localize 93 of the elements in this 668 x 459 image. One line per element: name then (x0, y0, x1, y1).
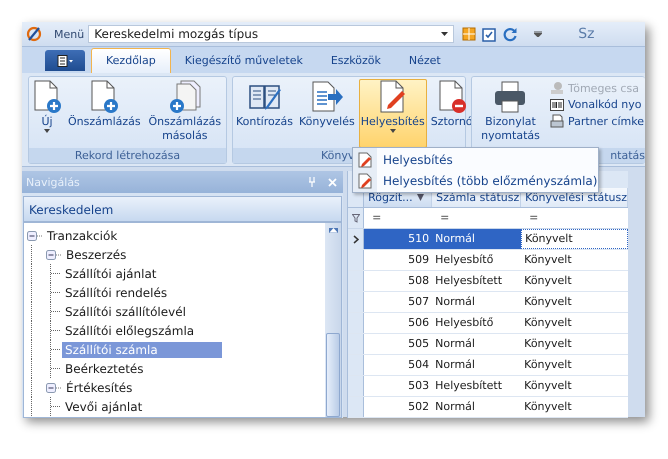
refresh-icon[interactable] (502, 26, 518, 42)
tree-item[interactable]: Értékesítés (63, 380, 136, 396)
tree-item[interactable]: Vevői ajánlat (62, 398, 146, 414)
scroll-thumb[interactable] (326, 332, 340, 417)
document-pencil-icon (357, 172, 373, 188)
ribbon-button[interactable]: Bizonylat nyomtatás (473, 79, 548, 148)
tree-item[interactable]: Szállítói előlegszámla (62, 322, 198, 338)
section-header[interactable]: Kereskedelem (23, 196, 342, 222)
ribbon-tab[interactable]: Kiegészítő műveletek (170, 49, 317, 73)
filter-operator[interactable]: = (529, 211, 538, 224)
barcode-icon (550, 98, 564, 110)
menu-icon (57, 54, 73, 66)
table-cell-text: Könyvelt (523, 336, 573, 352)
document-minus-icon (436, 80, 467, 114)
menu-item[interactable]: Helyesbítés (több előzményszámla) (353, 170, 598, 191)
table-cell: 510 (364, 229, 432, 249)
ribbon-tab[interactable]: Nézet (394, 49, 455, 73)
table-cell-text: 502 (407, 399, 430, 415)
table-cell-text: Könyvelt (523, 399, 573, 415)
new-document-icon (32, 80, 62, 114)
table-cell-text: Helyesbített (434, 378, 504, 394)
close-icon[interactable] (328, 178, 338, 186)
document-pencil-icon (378, 80, 408, 114)
table-cell-text: Normál (434, 399, 476, 415)
document-pencil-icon (357, 152, 373, 168)
table-cell-text: Könyvelt (523, 357, 573, 373)
ribbon-button[interactable]: Új (30, 79, 64, 148)
stamp-icon (550, 81, 564, 95)
ribbon-button[interactable]: Önszámlázás másolás (144, 79, 225, 148)
filter-operator[interactable]: = (372, 211, 382, 224)
ribbon-small-button[interactable]: Vonalkód nyo (550, 98, 644, 111)
ribbon-small-button[interactable]: Partner címke (550, 114, 644, 128)
ribbon-tab[interactable]: Kezdőlap (91, 48, 171, 73)
ribbon-tab[interactable]: Eszközök (316, 49, 395, 73)
layout-icon[interactable] (462, 27, 476, 41)
panel-title: Navigálás (26, 176, 81, 188)
filter-operator[interactable]: = (440, 211, 450, 224)
checklist-icon[interactable] (482, 26, 496, 42)
table-cell-text: 505 (407, 336, 430, 352)
filter-icon[interactable] (352, 214, 360, 222)
menu-combobox[interactable]: Kereskedelmi mozgás típus (88, 25, 454, 43)
caret-icon (44, 129, 50, 133)
scrollbar[interactable] (325, 223, 342, 417)
scroll-up-icon[interactable] (328, 228, 338, 233)
table-cell: Normál (432, 229, 522, 249)
label-printer-icon (550, 114, 564, 128)
ribbon-button[interactable]: Önszámlázás (66, 79, 143, 148)
table-cell-text: Könyvelt (523, 252, 573, 268)
tree-item[interactable]: Beszerzés (63, 246, 130, 262)
table-cell-text: Könyvelt (523, 315, 573, 331)
table-cell-text: Helyesbítő (434, 252, 494, 268)
collapse-icon[interactable] (27, 230, 43, 240)
table-cell-text: Normál (434, 357, 476, 373)
window-title: Sz (578, 26, 594, 42)
table-cell-text: 507 (407, 294, 430, 310)
table-cell-text: 503 (407, 378, 430, 394)
caret-icon (390, 129, 396, 133)
ribbon-button[interactable]: Könyvelés (297, 79, 357, 148)
printer-icon (493, 80, 528, 114)
table-cell-text: Normál (434, 336, 476, 352)
customize-arrow-icon[interactable] (534, 31, 542, 37)
tree-item[interactable]: Szállítói rendelés (62, 284, 170, 300)
ribbon-button[interactable]: Kontírozás (234, 79, 295, 148)
table-cell-text: 506 (407, 315, 430, 331)
pin-icon[interactable] (308, 177, 316, 187)
tree-item[interactable]: Beérkeztetés (62, 360, 147, 376)
copy-document-icon (168, 80, 201, 114)
ribbon-button[interactable]: Helyesbítés (358, 79, 427, 148)
tree-item[interactable]: Tranzakciók (44, 228, 120, 244)
table-cell-text: Könyvelt (523, 273, 573, 289)
table-cell-text: 509 (407, 252, 430, 268)
document-arrow-icon (310, 80, 344, 114)
sort-arrow-icon (416, 194, 424, 201)
dropdown-arrow-icon (441, 32, 448, 36)
application-menu-button[interactable] (45, 50, 85, 71)
table-cell-text: Normál (434, 294, 476, 310)
table-cell-text: Könyvelt (523, 378, 573, 394)
table-cell-text: Helyesbített (434, 273, 504, 289)
table-cell: Könyvelt (521, 229, 628, 249)
table-cell-text: 508 (407, 273, 430, 289)
table-cell-text: Könyvelt (523, 294, 573, 310)
table-cell-text: Helyesbítő (434, 315, 494, 331)
tree-item[interactable]: Szállítói ajánlat (62, 266, 160, 282)
app-logo-icon (26, 26, 42, 42)
ribbon-group-label: Rekord létrehozása (29, 148, 226, 163)
ribbon-button[interactable]: Sztornó (428, 79, 475, 148)
collapse-icon[interactable] (46, 382, 62, 392)
new-document-icon (89, 80, 120, 114)
collapse-icon[interactable] (46, 250, 62, 260)
row-header[interactable] (348, 229, 364, 249)
tree-item[interactable]: Szállítói szállítólevél (62, 304, 189, 320)
menu-label: Menü (54, 28, 84, 40)
table-cell-text: 504 (407, 357, 430, 373)
